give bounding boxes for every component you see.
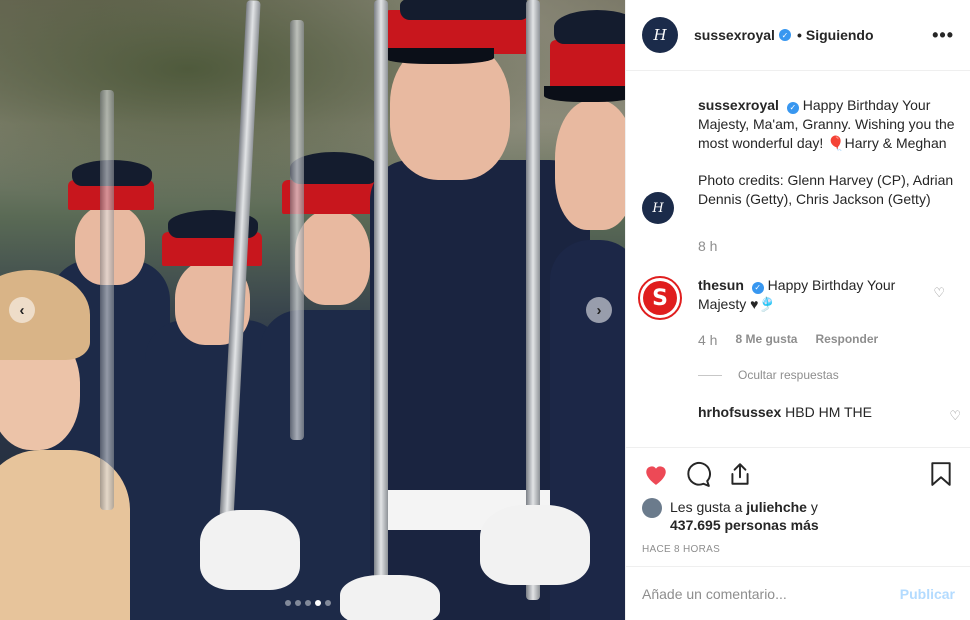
author-avatar[interactable]: H bbox=[642, 17, 678, 53]
publish-button[interactable]: Publicar bbox=[900, 586, 955, 602]
caption-time: 8 h bbox=[698, 238, 718, 254]
liker-avatar[interactable] bbox=[642, 498, 662, 518]
likes-prefix: Les gusta a bbox=[670, 499, 743, 515]
photo-glove bbox=[340, 575, 440, 620]
photo-sword bbox=[100, 90, 114, 510]
caption-author-avatar[interactable]: H bbox=[642, 192, 674, 224]
share-icon[interactable] bbox=[726, 460, 754, 488]
hide-replies-line bbox=[698, 374, 722, 376]
commenter-avatar-letter: S bbox=[643, 281, 677, 315]
comments-list[interactable]: H sussexroyal ✓ Happy Birthday Your Maje… bbox=[626, 72, 970, 447]
post-caption: H sussexroyal ✓ Happy Birthday Your Maje… bbox=[642, 96, 955, 224]
verified-badge-icon: ✓ bbox=[751, 281, 764, 294]
comment-text: HBD HM THE bbox=[785, 404, 872, 420]
more-options-icon[interactable]: ••• bbox=[932, 25, 954, 46]
comment-meta: 4 h 8 Me gusta Responder bbox=[698, 332, 955, 348]
comment-likes[interactable]: 8 Me gusta bbox=[735, 332, 797, 348]
carousel-dot bbox=[285, 600, 291, 606]
comment: S thesun ✓ Happy Birthday Your Majesty ♥… bbox=[638, 276, 955, 320]
carousel-next-button[interactable]: › bbox=[586, 297, 612, 323]
post-actions bbox=[642, 448, 955, 500]
comment-like-heart-icon[interactable]: ♡ bbox=[949, 408, 961, 424]
photo-sword bbox=[374, 0, 388, 600]
photo-glove bbox=[200, 510, 300, 590]
commenter-avatar[interactable]: S bbox=[638, 276, 682, 320]
reply-button[interactable]: Responder bbox=[815, 332, 878, 348]
post-photo[interactable]: ‹ › bbox=[0, 0, 625, 620]
author-avatar-monogram: H bbox=[653, 26, 667, 44]
verified-badge-icon: ✓ bbox=[786, 101, 799, 114]
carousel-dot-active bbox=[315, 600, 321, 606]
commenter-username[interactable]: hrhofsussex bbox=[698, 404, 781, 420]
instagram-post: ‹ › H sussexroyal ✓ • Siguiendo ••• H su… bbox=[0, 0, 970, 620]
comment-input[interactable] bbox=[642, 585, 900, 602]
like-heart-icon[interactable] bbox=[642, 460, 670, 488]
photo-glove bbox=[480, 505, 590, 585]
caption-text-1: sussexroyal ✓ Happy Birthday Your Majest… bbox=[698, 96, 955, 153]
post-actions-area: Les gusta a juliehche y 437.695 personas… bbox=[626, 447, 970, 555]
caption-username[interactable]: sussexroyal bbox=[698, 97, 779, 113]
carousel-dot bbox=[295, 600, 301, 606]
carousel-dot bbox=[325, 600, 331, 606]
header-separator: • bbox=[796, 27, 802, 43]
comment-like-heart-icon[interactable]: ♡ bbox=[933, 285, 945, 301]
author-username[interactable]: sussexroyal bbox=[694, 27, 775, 43]
liker-username[interactable]: juliehche bbox=[746, 499, 807, 515]
hide-replies-button[interactable]: Ocultar respuestas bbox=[698, 368, 955, 382]
post-side-panel: H sussexroyal ✓ • Siguiendo ••• H sussex… bbox=[625, 0, 970, 620]
verified-badge-icon: ✓ bbox=[778, 29, 791, 41]
post-header: H sussexroyal ✓ • Siguiendo ••• bbox=[626, 0, 970, 71]
post-timestamp[interactable]: HACE 8 HORAS bbox=[642, 544, 955, 555]
likes-joiner: y bbox=[810, 499, 818, 515]
carousel-prev-button[interactable]: ‹ bbox=[9, 297, 35, 323]
likes-summary: Les gusta a juliehche y 437.695 personas… bbox=[642, 498, 955, 534]
comment-icon[interactable] bbox=[684, 460, 712, 488]
caption-text-2: Photo credits: Glenn Harvey (CP), Adrian… bbox=[698, 172, 954, 207]
likes-count[interactable]: 437.695 personas más bbox=[670, 517, 819, 533]
bookmark-icon[interactable] bbox=[927, 460, 955, 488]
carousel-dots bbox=[285, 600, 331, 606]
hide-replies-label: Ocultar respuestas bbox=[738, 368, 839, 382]
following-button[interactable]: Siguiendo bbox=[806, 27, 874, 43]
add-comment-bar: Publicar bbox=[626, 566, 970, 620]
photo-sword bbox=[290, 20, 304, 440]
carousel-dot bbox=[305, 600, 311, 606]
commenter-username[interactable]: thesun bbox=[698, 277, 744, 293]
comment: hrhofsussex HBD HM THE ♡ bbox=[698, 404, 961, 423]
comment-time: 4 h bbox=[698, 332, 718, 348]
